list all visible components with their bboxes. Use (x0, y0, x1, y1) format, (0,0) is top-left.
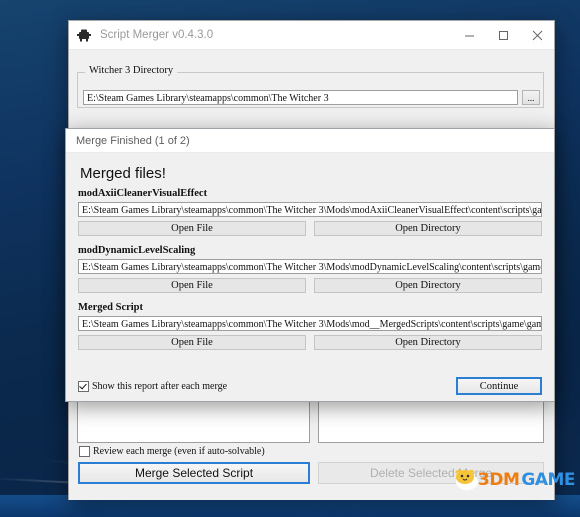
merged-file-block: modAxiiCleanerVisualEffect E:\Steam Game… (78, 188, 542, 236)
window-controls (452, 22, 554, 49)
merge-selected-script-button[interactable]: Merge Selected Script (78, 462, 310, 484)
dialog-body: modAxiiCleanerVisualEffect E:\Steam Game… (66, 188, 554, 350)
dialog-heading: Merged files! (66, 153, 554, 188)
directory-group-label: Witcher 3 Directory (85, 65, 178, 76)
merged-file-path-input[interactable]: E:\Steam Games Library\steamapps\common\… (78, 259, 542, 274)
mascot-icon (455, 469, 478, 490)
dialog-title: Merge Finished (1 of 2) (76, 134, 190, 147)
show-report-checkbox[interactable] (78, 380, 89, 392)
directory-path-input[interactable]: E:\Steam Games Library\steamapps\common\… (83, 90, 518, 105)
open-file-button[interactable]: Open File (78, 221, 306, 236)
open-file-button[interactable]: Open File (78, 335, 306, 350)
open-directory-button[interactable]: Open Directory (314, 335, 542, 350)
merged-script-label: Merged Script (78, 302, 144, 313)
show-report-label: Show this report after each merge (92, 380, 228, 392)
merged-script-path-input[interactable]: E:\Steam Games Library\steamapps\common\… (78, 316, 542, 331)
screen: Script Merger v0.4.3.0 Witcher 3 Directo… (0, 0, 580, 517)
merge-finished-dialog: Merge Finished (1 of 2) Merged files! mo… (65, 128, 555, 402)
app-icon (76, 27, 92, 43)
watermark-text-3dm: 3DM (478, 470, 520, 490)
merged-file-label: modAxiiCleanerVisualEffect (78, 188, 208, 199)
dialog-footer: Show this report after each merge Contin… (66, 371, 554, 401)
continue-button[interactable]: Continue (456, 377, 542, 395)
merged-file-label: modDynamicLevelScaling (78, 245, 196, 256)
show-report-row[interactable]: Show this report after each merge (78, 380, 228, 392)
watermark-text-game: GAME (521, 470, 575, 490)
browse-directory-button[interactable]: ... (522, 90, 540, 105)
review-each-merge-label: Review each merge (even if auto-solvable… (93, 446, 265, 457)
maximize-icon[interactable] (486, 22, 520, 49)
open-directory-button[interactable]: Open Directory (314, 221, 542, 236)
minimize-icon[interactable] (452, 22, 486, 49)
window-title: Script Merger v0.4.3.0 (100, 29, 214, 41)
open-directory-button[interactable]: Open Directory (314, 278, 542, 293)
close-icon[interactable] (520, 22, 554, 49)
review-each-merge-row[interactable]: Review each merge (even if auto-solvable… (79, 446, 265, 457)
merged-file-block: modDynamicLevelScaling E:\Steam Games Li… (78, 245, 542, 293)
watermark: 3DM GAME (455, 469, 575, 490)
title-bar[interactable]: Script Merger v0.4.3.0 (69, 21, 554, 50)
dialog-title-bar[interactable]: Merge Finished (1 of 2) (66, 129, 554, 153)
review-each-merge-checkbox[interactable] (79, 446, 90, 457)
merged-script-block: Merged Script E:\Steam Games Library\ste… (78, 302, 542, 350)
open-file-button[interactable]: Open File (78, 278, 306, 293)
merged-file-path-input[interactable]: E:\Steam Games Library\steamapps\common\… (78, 202, 542, 217)
